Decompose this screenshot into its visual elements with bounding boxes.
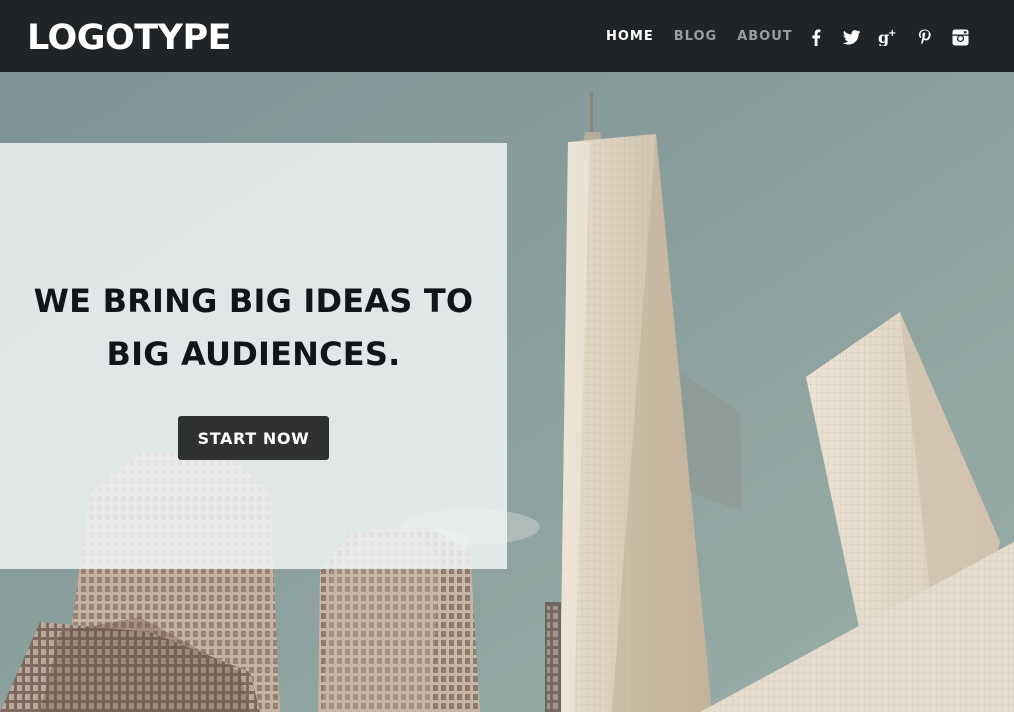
social-links: g +: [806, 27, 986, 47]
logo[interactable]: LOGOTYPE: [27, 16, 232, 60]
main-nav: HOME BLOG ABOUT: [606, 29, 813, 45]
hero-section: WE BRING BIG IDEAS TO BIG AUDIENCES. STA…: [0, 72, 1014, 712]
start-now-button[interactable]: START NOW: [178, 416, 329, 460]
hero-headline-text: WE BRING BIG IDEAS TO BIG AUDIENCES.: [33, 282, 474, 373]
nav-home[interactable]: HOME: [606, 29, 654, 45]
hero-headline: WE BRING BIG IDEAS TO BIG AUDIENCES.: [0, 275, 507, 381]
svg-text:+: +: [888, 28, 896, 39]
site-header: LOGOTYPE HOME BLOG ABOUT g +: [0, 0, 1014, 72]
google-plus-icon[interactable]: g +: [878, 27, 898, 47]
nav-blog[interactable]: BLOG: [674, 29, 717, 45]
instagram-icon[interactable]: [950, 27, 970, 47]
twitter-icon[interactable]: [842, 27, 862, 47]
facebook-icon[interactable]: [806, 27, 826, 47]
nav-about[interactable]: ABOUT: [737, 29, 792, 45]
hero-panel: WE BRING BIG IDEAS TO BIG AUDIENCES. STA…: [0, 143, 507, 569]
pinterest-icon[interactable]: [914, 27, 934, 47]
